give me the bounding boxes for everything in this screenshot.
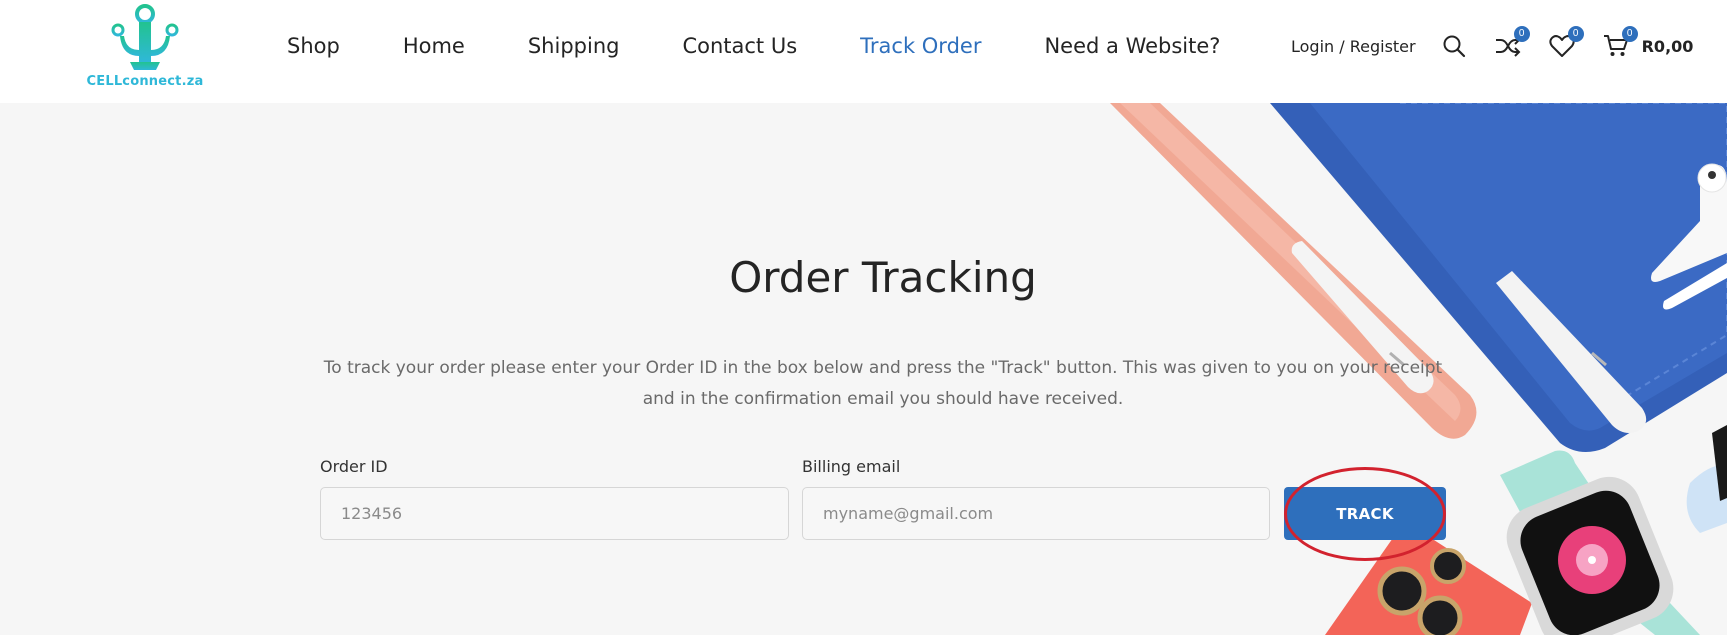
nav-shop[interactable]: Shop: [287, 34, 340, 58]
login-register-link[interactable]: Login / Register: [1291, 37, 1416, 56]
cart-button[interactable]: 0: [1602, 26, 1638, 60]
nav-shipping[interactable]: Shipping: [528, 34, 620, 58]
order-id-input[interactable]: [320, 487, 789, 540]
wishlist-count-badge: 0: [1567, 26, 1584, 42]
compare-button[interactable]: 0: [1494, 26, 1530, 60]
compare-count-badge: 0: [1513, 26, 1530, 42]
cart-total[interactable]: R0,00: [1642, 37, 1694, 56]
page-title: Order Tracking: [729, 253, 1037, 302]
search-button[interactable]: [1440, 32, 1468, 60]
wishlist-button[interactable]: 0: [1548, 26, 1584, 60]
nav-need-a-website[interactable]: Need a Website?: [1044, 34, 1220, 58]
header-tools: Login / Register 0 0 0 R0,00: [1291, 26, 1694, 64]
site-header: CELLconnect.za Shop Home Shipping Contac…: [0, 0, 1727, 103]
tracking-instructions: To track your order please enter your Or…: [323, 358, 1443, 409]
nav-track-order[interactable]: Track Order: [860, 34, 981, 58]
billing-email-label: Billing email: [802, 457, 901, 476]
logo-text: CELLconnect.za: [86, 74, 204, 89]
nav-home[interactable]: Home: [403, 34, 465, 58]
site-logo[interactable]: CELLconnect.za: [86, 2, 204, 90]
logo-tree-icon: [111, 4, 179, 70]
cart-count-badge: 0: [1621, 26, 1638, 42]
search-icon: [1443, 35, 1465, 58]
order-id-label: Order ID: [320, 457, 388, 476]
billing-email-input[interactable]: [802, 487, 1270, 540]
main-nav: Shop Home Shipping Contact Us Track Orde…: [287, 30, 1220, 62]
track-button[interactable]: TRACK: [1284, 487, 1446, 540]
nav-contact-us[interactable]: Contact Us: [682, 34, 797, 58]
order-tracking-section: Order Tracking To track your order pleas…: [0, 103, 1727, 635]
